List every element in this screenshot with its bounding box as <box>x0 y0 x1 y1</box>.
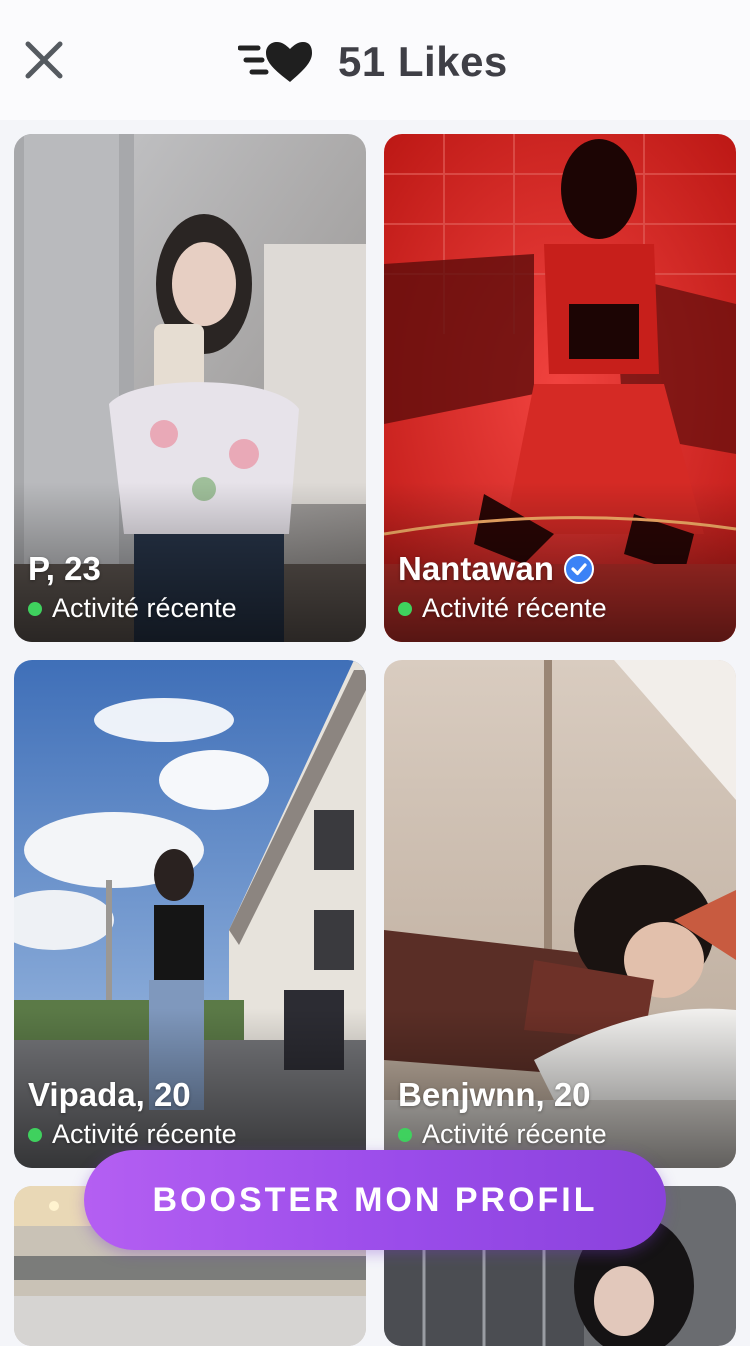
card-activity-text: Activité récente <box>422 1119 607 1149</box>
card-name: Vipada, 20 <box>28 1076 191 1114</box>
card-activity-text: Activité récente <box>52 593 237 623</box>
card-activity: Activité récente <box>398 593 607 624</box>
card-name-text: Benjwnn, 20 <box>398 1076 591 1113</box>
card-name-text: Vipada, 20 <box>28 1076 191 1113</box>
card-name: Benjwnn, 20 <box>398 1076 591 1114</box>
card-name: P, 23 <box>28 550 101 588</box>
card-name-text: Nantawan <box>398 550 554 587</box>
card-activity-text: Activité récente <box>52 1119 237 1149</box>
online-dot-icon <box>28 1127 42 1142</box>
online-dot-icon <box>398 1127 412 1142</box>
online-dot-icon <box>398 601 412 616</box>
card-name: Nantawan <box>398 550 594 588</box>
online-dot-icon <box>28 601 42 616</box>
verified-badge-icon <box>563 554 594 584</box>
card-activity: Activité récente <box>28 1119 237 1150</box>
profile-card-p[interactable]: P, 23 Activité récente <box>14 134 366 642</box>
card-name-text: P, 23 <box>28 550 101 587</box>
boost-profile-button[interactable]: BOOSTER MON PROFIL <box>84 1150 666 1250</box>
profile-card-vipada[interactable]: Vipada, 20 Activité récente <box>14 660 366 1168</box>
profile-card-benjwnn[interactable]: Benjwnn, 20 Activité récente <box>384 660 736 1168</box>
card-activity-text: Activité récente <box>422 593 607 623</box>
card-activity: Activité récente <box>398 1119 607 1150</box>
profile-card-nantawan[interactable]: Nantawan Activité récente <box>384 134 736 642</box>
likes-grid: P, 23 Activité récente Nantawan Activité… <box>0 0 750 1346</box>
card-activity: Activité récente <box>28 593 237 624</box>
